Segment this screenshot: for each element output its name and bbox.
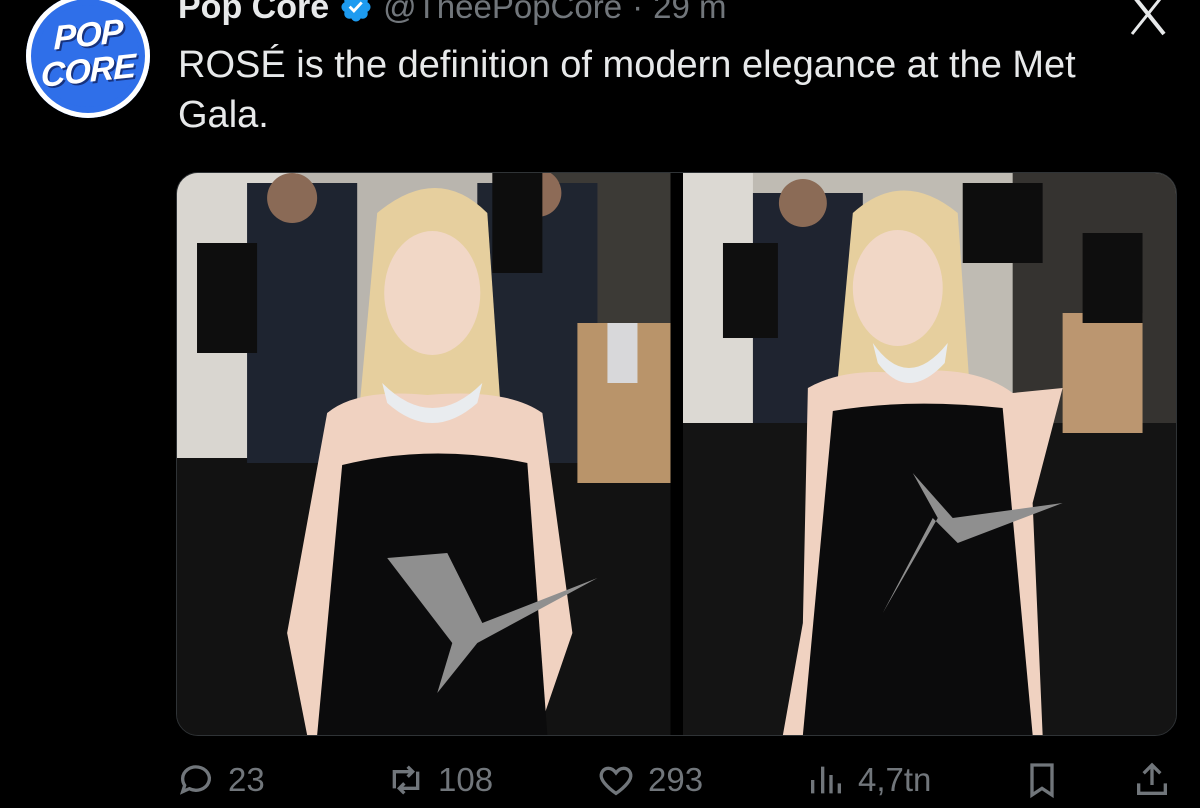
- share-button[interactable]: [1132, 752, 1172, 808]
- tweet-text: ROSÉ is the definition of modern eleganc…: [178, 44, 1076, 136]
- verified-badge-icon: [341, 0, 371, 22]
- reply-count: 23: [228, 761, 265, 798]
- reply-icon: [179, 765, 211, 795]
- views-chart-icon: [811, 766, 841, 794]
- repost-button[interactable]: 108: [386, 752, 493, 808]
- timestamp[interactable]: 29 m: [653, 0, 726, 26]
- close-icon[interactable]: [1124, 0, 1172, 38]
- share-icon: [1137, 762, 1167, 795]
- reply-button[interactable]: 23: [176, 752, 265, 808]
- heart-icon: [599, 766, 633, 796]
- action-bar: 23 108 293 4,7tn: [176, 752, 1172, 808]
- repost-count: 108: [438, 761, 494, 798]
- views-button[interactable]: 4,7tn: [806, 752, 931, 808]
- bookmark-icon: [1030, 763, 1054, 799]
- like-count: 293: [648, 761, 704, 798]
- like-button[interactable]: 293: [596, 752, 703, 808]
- handle[interactable]: @TheePopCore: [383, 0, 622, 26]
- photo-icon: [682, 173, 1176, 735]
- photo-left[interactable]: [177, 173, 671, 735]
- repost-icon: [392, 765, 420, 795]
- photo-icon: [177, 173, 671, 735]
- view-count: 4,7tn: [858, 761, 932, 798]
- media-grid: [176, 172, 1177, 736]
- avatar[interactable]: POP CORE: [26, 0, 150, 118]
- separator-dot: ·: [632, 0, 644, 25]
- bookmark-button[interactable]: [1022, 752, 1062, 808]
- display-name[interactable]: Pop Core: [178, 0, 329, 27]
- tweet-header: Pop Core @TheePopCore · 29 m: [178, 0, 726, 30]
- photo-right[interactable]: [682, 173, 1176, 735]
